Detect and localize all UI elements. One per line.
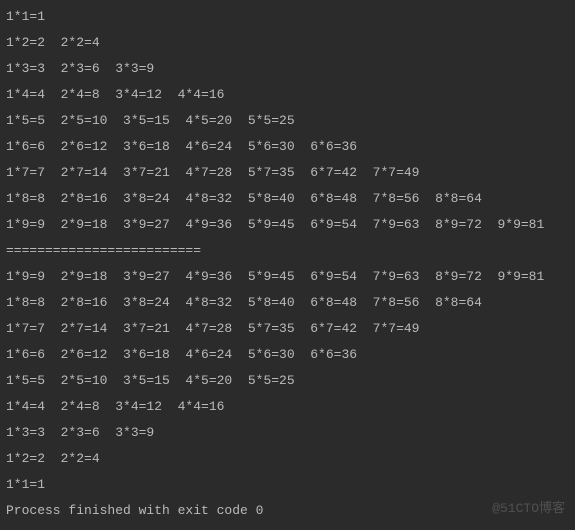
separator-line: =========================: [6, 238, 569, 264]
output-line: 1*5=5 2*5=10 3*5=15 4*5=20 5*5=25: [6, 108, 569, 134]
output-line: 1*9=9 2*9=18 3*9=27 4*9=36 5*9=45 6*9=54…: [6, 264, 569, 290]
output-line: 1*7=7 2*7=14 3*7=21 4*7=28 5*7=35 6*7=42…: [6, 160, 569, 186]
watermark: @51CTO博客: [492, 496, 565, 522]
output-line: 1*4=4 2*4=8 3*4=12 4*4=16: [6, 394, 569, 420]
output-line: 1*8=8 2*8=16 3*8=24 4*8=32 5*8=40 6*8=48…: [6, 186, 569, 212]
output-line: 1*1=1: [6, 4, 569, 30]
output-line: 1*1=1: [6, 472, 569, 498]
output-line: 1*4=4 2*4=8 3*4=12 4*4=16: [6, 82, 569, 108]
console-output: 1*1=1 1*2=2 2*2=4 1*3=3 2*3=6 3*3=9 1*4=…: [6, 4, 569, 524]
output-line: 1*7=7 2*7=14 3*7=21 4*7=28 5*7=35 6*7=42…: [6, 316, 569, 342]
output-line: 1*5=5 2*5=10 3*5=15 4*5=20 5*5=25: [6, 368, 569, 394]
output-line: 1*6=6 2*6=12 3*6=18 4*6=24 5*6=30 6*6=36: [6, 134, 569, 160]
output-line: 1*9=9 2*9=18 3*9=27 4*9=36 5*9=45 6*9=54…: [6, 212, 569, 238]
output-line: 1*6=6 2*6=12 3*6=18 4*6=24 5*6=30 6*6=36: [6, 342, 569, 368]
exit-code-line: Process finished with exit code 0: [6, 498, 569, 524]
output-line: 1*2=2 2*2=4: [6, 446, 569, 472]
output-line: 1*3=3 2*3=6 3*3=9: [6, 420, 569, 446]
output-line: 1*8=8 2*8=16 3*8=24 4*8=32 5*8=40 6*8=48…: [6, 290, 569, 316]
output-line: 1*2=2 2*2=4: [6, 30, 569, 56]
output-line: 1*3=3 2*3=6 3*3=9: [6, 56, 569, 82]
